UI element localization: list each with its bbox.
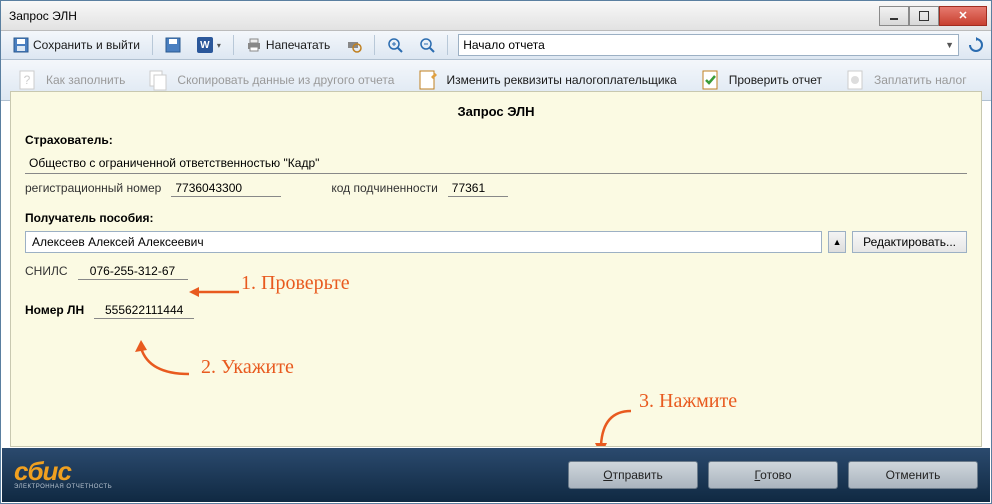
snils-field[interactable]: 076-255-312-67: [78, 263, 188, 280]
check-doc-icon: [699, 68, 723, 92]
sub-code-label: код подчиненности: [331, 181, 437, 195]
reg-num-label: регистрационный номер: [25, 181, 161, 195]
printer-icon: [246, 37, 262, 53]
toolbar-primary: Сохранить и выйти W ▾ Напечатать: [1, 31, 991, 60]
sbis-logo: сбис ЭЛЕКТРОННАЯ ОТЧЕТНОСТЬ: [14, 460, 112, 489]
help-doc-icon: ?: [16, 68, 40, 92]
app-window: Запрос ЭЛН Сохранить и выйти W ▾: [0, 0, 992, 504]
reg-num-field[interactable]: 7736043300: [171, 180, 281, 197]
money-doc-icon: [844, 68, 868, 92]
window-controls: [879, 6, 987, 26]
disk-icon: [165, 37, 181, 53]
zoom-in-button[interactable]: [381, 34, 409, 56]
section-combo[interactable]: Начало отчета ▼: [458, 34, 959, 56]
print-button[interactable]: Напечатать: [240, 34, 336, 56]
refresh-button[interactable]: [967, 36, 985, 54]
snils-label: СНИЛС: [25, 264, 68, 278]
window-title: Запрос ЭЛН: [9, 9, 879, 23]
recipient-dropdown-button[interactable]: ▲: [828, 231, 846, 253]
save-icon: [13, 37, 29, 53]
arrow-3-icon: [591, 405, 641, 447]
print-preview-button[interactable]: [340, 34, 368, 56]
maximize-button[interactable]: [909, 6, 939, 26]
done-button[interactable]: Готово: [708, 461, 838, 489]
save-exit-button[interactable]: Сохранить и выйти: [7, 34, 146, 56]
recipient-input[interactable]: [25, 231, 822, 253]
zoom-out-button[interactable]: [413, 34, 441, 56]
ln-num-label: Номер ЛН: [25, 303, 84, 317]
svg-text:?: ?: [24, 73, 31, 87]
print-search-icon: [346, 37, 362, 53]
form-title: Запрос ЭЛН: [25, 104, 967, 119]
minimize-button[interactable]: [879, 6, 909, 26]
titlebar: Запрос ЭЛН: [1, 1, 991, 31]
zoom-in-icon: [387, 37, 403, 53]
annotation-2: 2. Укажите: [201, 356, 294, 379]
recipient-label: Получатель пособия:: [25, 211, 967, 225]
chevron-down-icon: ▼: [945, 40, 954, 50]
copy-doc-icon: [147, 68, 171, 92]
word-button[interactable]: W ▾: [191, 34, 227, 56]
org-name-field[interactable]: Общество с ограниченной ответственностью…: [25, 153, 967, 174]
edit-doc-icon: [416, 68, 440, 92]
zoom-out-icon: [419, 37, 435, 53]
arrow-1-icon: [189, 284, 239, 300]
cancel-button[interactable]: Отменить: [848, 461, 978, 489]
ln-num-field[interactable]: 555622111444: [94, 302, 194, 319]
annotation-3: 3. Нажмите: [639, 390, 737, 413]
insurer-label: Страхователь:: [25, 133, 967, 147]
arrow-2-icon: [129, 340, 199, 380]
edit-recipient-button[interactable]: Редактировать...: [852, 231, 967, 253]
send-button[interactable]: Отправить: [568, 461, 698, 489]
form-area: Запрос ЭЛН Страхователь: Общество с огра…: [10, 91, 982, 447]
footer: сбис ЭЛЕКТРОННАЯ ОТЧЕТНОСТЬ Отправить Го…: [2, 448, 990, 502]
word-icon: W: [197, 37, 213, 53]
save-button[interactable]: [159, 34, 187, 56]
sub-code-field[interactable]: 77361: [448, 180, 508, 197]
close-button[interactable]: [939, 6, 987, 26]
